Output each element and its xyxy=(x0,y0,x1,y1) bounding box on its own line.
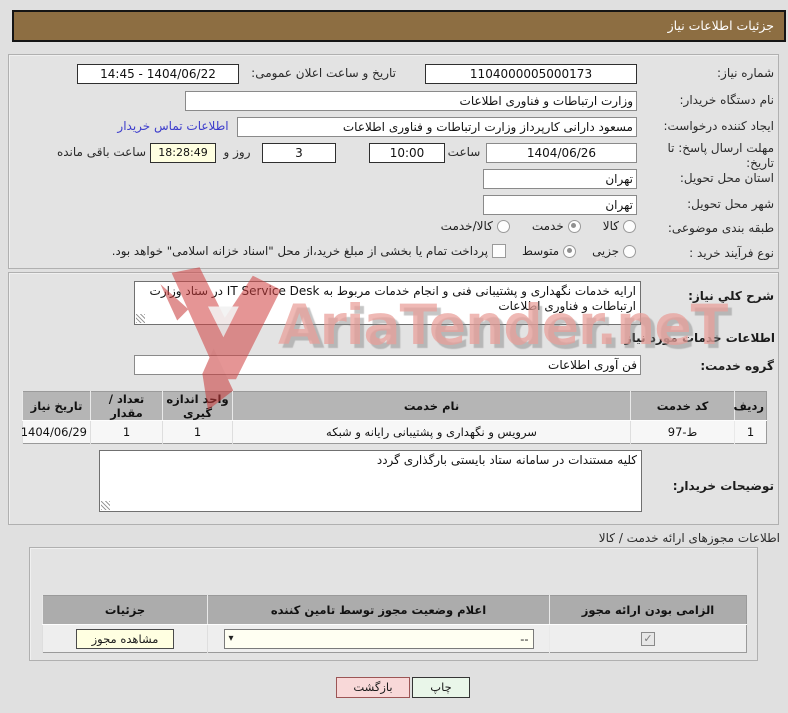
cell-unit: 1 xyxy=(162,420,233,444)
radio-goods-service-icon[interactable] xyxy=(496,219,510,233)
chevron-down-icon: ▾ xyxy=(228,632,234,644)
province-label: استان محل تحویل: xyxy=(679,171,774,185)
time-left-field: 18:28:49 xyxy=(150,143,216,163)
need-description-text: ارایه خدمات نگهداری و پشتیبانی فنی و انج… xyxy=(149,284,636,313)
radio-medium-icon[interactable] xyxy=(563,244,577,258)
radio-goods-service-label: کالا/خدمت xyxy=(440,219,493,233)
radio-service-label: خدمت xyxy=(531,219,564,233)
back-button[interactable]: بازگشت xyxy=(336,677,410,698)
days-left-field[interactable]: 3 xyxy=(262,143,336,163)
col-service-name: نام خدمت xyxy=(232,391,631,421)
deadline-label-line2: تاریخ: xyxy=(746,156,774,170)
city-label: شهر محل تحویل: xyxy=(687,197,774,211)
buyer-notes-label: توضیحات خریدار: xyxy=(672,479,774,493)
need-number-label: شماره نیاز: xyxy=(717,66,774,80)
license-table-row: ✓ -- ▾ مشاهده مجوز xyxy=(42,624,747,653)
license-status-select[interactable]: -- ▾ xyxy=(223,628,534,649)
radio-service-icon[interactable] xyxy=(567,219,581,233)
announce-datetime-label: تاریخ و ساعت اعلان عمومی: xyxy=(251,66,396,80)
resize-handle-icon xyxy=(101,501,110,510)
services-table: ردیف کد خدمت نام خدمت واحد اندازه گیری ت… xyxy=(21,391,767,444)
hour-label: ساعت xyxy=(447,145,481,159)
buyer-contact-link[interactable]: اطلاعات تماس خریدار xyxy=(112,119,234,133)
radio-goods-service[interactable]: کالا/خدمت xyxy=(441,219,510,233)
license-status-value: -- xyxy=(520,631,529,646)
license-table: الزامی بودن ارائه مجوز اعلام وضعیت مجوز … xyxy=(42,595,747,653)
license-required-checkbox[interactable]: ✓ xyxy=(641,632,655,646)
col-unit: واحد اندازه گیری xyxy=(162,391,233,421)
treasury-checkbox[interactable] xyxy=(492,244,507,258)
need-description-textarea[interactable]: ارایه خدمات نگهداری و پشتیبانی فنی و انج… xyxy=(134,281,641,325)
need-number-field[interactable]: 1104000005000173 xyxy=(425,64,637,84)
time-left-label: ساعت باقی مانده xyxy=(56,145,146,159)
classification-options: کالا خدمت کالا/خدمت xyxy=(388,219,636,233)
col-service-code: کد خدمت xyxy=(630,391,735,421)
deadline-time-field[interactable]: 10:00 xyxy=(369,143,445,163)
cell-service-code: ط-97 xyxy=(630,420,735,444)
treasury-option[interactable]: پرداخت تمام یا بخشی از مبلغ خرید،از محل … xyxy=(111,244,507,258)
deadline-label-line1: مهلت ارسال پاسخ: تا xyxy=(667,141,774,155)
deadline-date-field[interactable]: 1404/06/26 xyxy=(486,143,637,163)
buyer-org-field[interactable]: وزارت ارتباطات و فناوری اطلاعات xyxy=(185,91,637,111)
table-row: 1 ط-97 سرویس و نگهداری و پشتیبانی رایانه… xyxy=(21,420,767,444)
col-license-status: اعلام وضعیت مجوز توسط تامین کننده xyxy=(207,595,550,625)
services-section-heading: اطلاعات خدمات مورد نیاز xyxy=(624,331,775,345)
process-type-label: نوع فرآیند خرید : xyxy=(689,246,774,260)
cell-quantity: 1 xyxy=(90,420,163,444)
radio-minor-icon[interactable] xyxy=(623,244,636,258)
radio-goods-icon[interactable] xyxy=(623,219,636,233)
license-table-header-row: الزامی بودن ارائه مجوز اعلام وضعیت مجوز … xyxy=(42,595,747,625)
col-quantity: تعداد / مقدار xyxy=(90,391,163,421)
radio-minor-label: جزیی xyxy=(592,244,619,258)
col-need-date: تاریخ نیاز xyxy=(22,391,91,421)
col-details: جزئیات xyxy=(42,595,208,625)
col-row-index: ردیف xyxy=(733,391,767,421)
radio-goods-label: کالا xyxy=(602,219,619,233)
print-button[interactable]: چاپ xyxy=(412,677,470,698)
creator-field[interactable]: مسعود دارانی کارپرداز وزارت ارتباطات و ف… xyxy=(237,117,637,137)
services-table-header-row: ردیف کد خدمت نام خدمت واحد اندازه گیری ت… xyxy=(22,391,767,421)
radio-minor[interactable]: جزیی xyxy=(592,244,636,258)
radio-medium[interactable]: متوسط xyxy=(522,244,577,258)
page-title-bar: جزئیات اطلاعات نیاز xyxy=(12,10,786,42)
city-field[interactable]: تهران xyxy=(483,195,637,215)
need-details-page: جزئیات اطلاعات نیاز شماره نیاز: 11040000… xyxy=(0,0,788,713)
cell-row-index: 1 xyxy=(734,420,767,444)
view-license-button[interactable]: مشاهده مجوز xyxy=(76,628,174,649)
radio-medium-label: متوسط xyxy=(522,244,560,258)
service-group-field[interactable]: فن آوری اطلاعات xyxy=(134,355,641,375)
cell-need-date: 1404/06/29 xyxy=(21,420,91,444)
process-type-options: جزیی متوسط پرداخت تمام یا بخشی از مبلغ خ… xyxy=(112,244,636,258)
buyer-notes-text: کلیه مستندات در سامانه ستاد بایستی بارگذ… xyxy=(376,453,637,467)
service-group-label: گروه خدمت: xyxy=(700,359,774,373)
radio-goods[interactable]: کالا xyxy=(603,219,636,233)
col-license-required: الزامی بودن ارائه مجوز xyxy=(549,595,747,625)
cell-service-name: سرویس و نگهداری و پشتیبانی رایانه و شبکه xyxy=(232,420,631,444)
announce-datetime-field[interactable]: 1404/06/22 - 14:45 xyxy=(77,64,239,84)
page-title: جزئیات اطلاعات نیاز xyxy=(667,18,774,33)
need-description-label: شرح کلي نیاز: xyxy=(688,289,774,303)
buyer-notes-textarea[interactable]: کلیه مستندات در سامانه ستاد بایستی بارگذ… xyxy=(99,450,642,512)
creator-label: ایجاد کننده درخواست: xyxy=(663,119,774,133)
province-field[interactable]: تهران xyxy=(483,169,637,189)
classification-label: طبقه بندی موضوعی: xyxy=(667,221,774,235)
radio-service[interactable]: خدمت xyxy=(532,219,581,233)
resize-handle-icon xyxy=(136,314,145,323)
buyer-org-label: نام دستگاه خریدار: xyxy=(679,93,775,107)
days-label: روز و xyxy=(223,145,251,159)
treasury-checkbox-label: پرداخت تمام یا بخشی از مبلغ خرید،از محل … xyxy=(111,244,489,258)
license-section-heading: اطلاعات مجوزهای ارائه خدمت / کالا xyxy=(598,531,780,545)
